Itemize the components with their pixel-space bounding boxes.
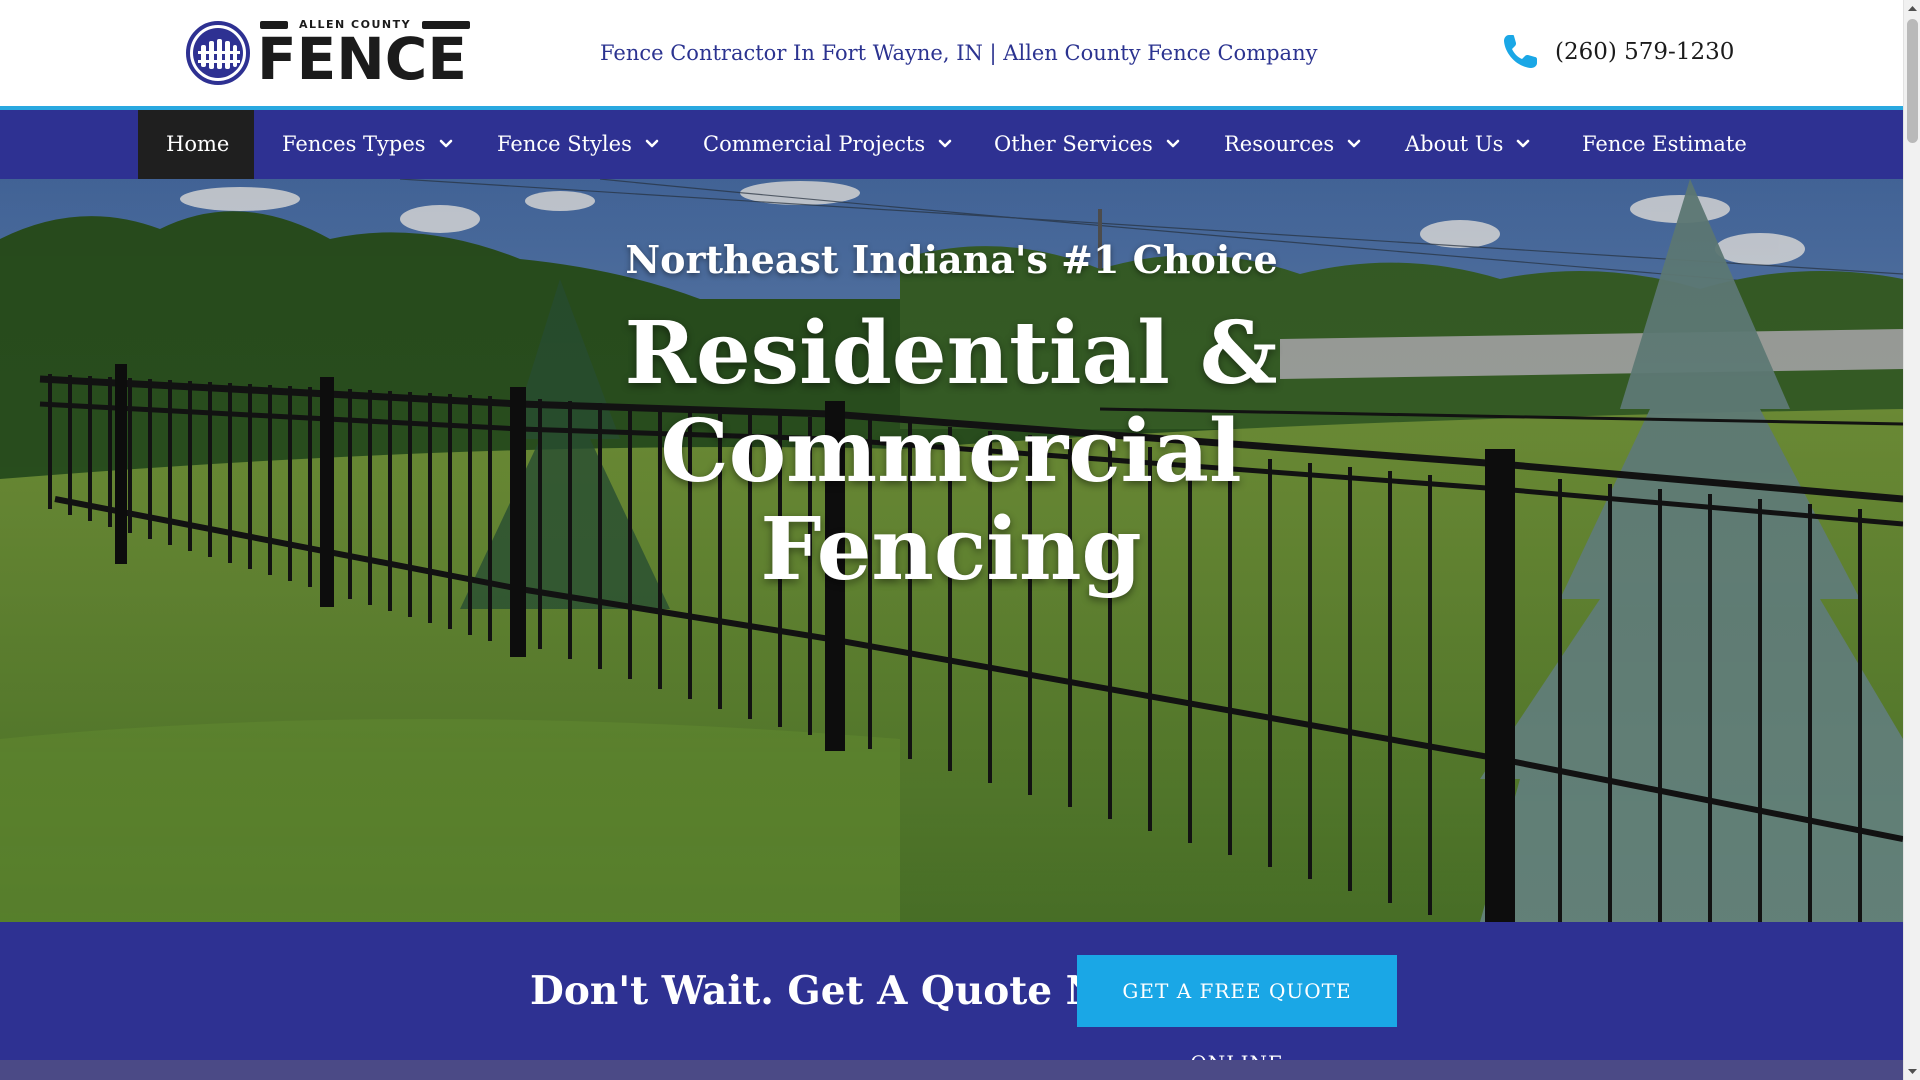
- chevron-down-icon: [1166, 139, 1180, 148]
- nav-item-fence-styles[interactable]: Fence Styles: [497, 110, 660, 179]
- nav-item-resources[interactable]: Resources: [1224, 110, 1362, 179]
- chevron-down-icon: [439, 139, 452, 148]
- cta-heading: Don't Wait. Get A Quote Now!: [530, 968, 1179, 1014]
- nav-item-label: Fences Types: [282, 132, 426, 156]
- chevron-down-icon: [1517, 139, 1530, 148]
- scroll-up-arrow-icon[interactable]: [1904, 0, 1920, 17]
- nav-item-label: About Us: [1405, 132, 1504, 156]
- chevron-down-icon: [1347, 139, 1361, 148]
- nav-item-label: Fence Styles: [497, 132, 632, 156]
- site-header: ALLEN COUNTY FENCE Fence Contractor In F…: [0, 0, 1903, 106]
- nav-item-fences-types[interactable]: Fences Types: [282, 110, 454, 179]
- nav-item-label: Resources: [1224, 132, 1335, 156]
- main-nav: Home Fences Types Fence Styles Commercia…: [0, 110, 1903, 179]
- nav-item-label: Other Services: [994, 132, 1153, 156]
- phone-number: (260) 579-1230: [1555, 39, 1735, 65]
- header-tagline: Fence Contractor In Fort Wayne, IN | All…: [600, 41, 1318, 65]
- free-quote-button[interactable]: GET A FREE QUOTE ONLINE: [1077, 955, 1397, 1075]
- nav-item-commercial-projects[interactable]: Commercial Projects: [703, 110, 953, 179]
- nav-item-fence-estimate[interactable]: Fence Estimate: [1582, 110, 1747, 179]
- phone-link[interactable]: (260) 579-1230: [1500, 30, 1734, 74]
- nav-item-about-us[interactable]: About Us: [1405, 110, 1531, 179]
- fence-emblem-icon: [186, 21, 250, 85]
- chevron-down-icon: [938, 139, 952, 148]
- hero-subtitle: Northeast Indiana's #1 Choice: [625, 237, 1278, 282]
- page-scrollbar[interactable]: [1903, 0, 1920, 1080]
- site-logo[interactable]: ALLEN COUNTY FENCE: [186, 18, 470, 88]
- nav-item-label: Home: [166, 132, 230, 156]
- nav-item-label: Fence Estimate: [1582, 132, 1747, 156]
- scroll-down-arrow-icon[interactable]: [1904, 1063, 1920, 1080]
- nav-item-other-services[interactable]: Other Services: [994, 110, 1181, 179]
- hero-section: Northeast Indiana's #1 Choice Residentia…: [0, 179, 1903, 922]
- scrollbar-thumb[interactable]: [1907, 19, 1918, 143]
- hero-title-line2: Fencing: [760, 499, 1142, 600]
- logo-big-text: FENCE: [257, 25, 467, 93]
- page: ALLEN COUNTY FENCE Fence Contractor In F…: [0, 0, 1903, 1080]
- quote-cta-band: Don't Wait. Get A Quote Now! GET A FREE …: [0, 922, 1903, 1075]
- next-section-peek: [0, 1060, 1903, 1080]
- hero-title-line1: Residential & Commercial: [624, 303, 1278, 502]
- phone-icon: [1504, 35, 1537, 68]
- hero-title: Residential & Commercial Fencing: [351, 303, 1551, 599]
- chevron-down-icon: [645, 139, 659, 148]
- nav-item-home[interactable]: Home: [138, 110, 254, 179]
- nav-item-label: Commercial Projects: [703, 132, 926, 156]
